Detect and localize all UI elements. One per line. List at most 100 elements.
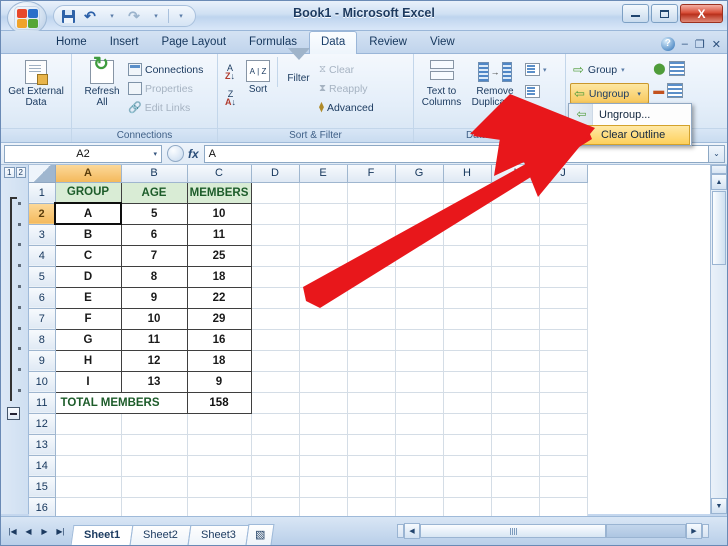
cell-h12[interactable] [443, 413, 492, 435]
subtotal-button-1[interactable]: ⬤ [653, 59, 685, 78]
split-box-vertical[interactable] [711, 165, 727, 174]
scroll-up-button[interactable]: ▲ [711, 174, 727, 190]
cell-e6[interactable] [299, 287, 348, 309]
horizontal-scroll-track[interactable] [606, 524, 686, 538]
cell-j5[interactable] [539, 266, 588, 288]
scroll-right-button[interactable]: ▶ [686, 523, 702, 539]
cell-j2[interactable] [539, 203, 588, 225]
row-header-1[interactable]: 1 [29, 182, 56, 204]
cell-e1[interactable] [299, 182, 348, 204]
cell-f9[interactable] [347, 350, 396, 372]
cell-i5[interactable] [491, 266, 540, 288]
row-header-6[interactable]: 6 [29, 287, 56, 309]
fx-icon[interactable]: fx [188, 147, 199, 161]
row-header-15[interactable]: 15 [29, 476, 56, 498]
cell-e14[interactable] [299, 455, 348, 477]
cell-j4[interactable] [539, 245, 588, 267]
cell-j9[interactable] [539, 350, 588, 372]
insert-worksheet-button[interactable]: ▧ [245, 524, 275, 545]
cell-f8[interactable] [347, 329, 396, 351]
cell-c8[interactable]: 16 [186, 328, 252, 351]
cell-a4[interactable]: C [54, 244, 122, 267]
subtotal-button-2[interactable]: ▬ [653, 81, 684, 100]
cell-d14[interactable] [251, 455, 300, 477]
cell-c9[interactable]: 18 [186, 349, 252, 372]
cell-b5[interactable]: 8 [120, 265, 188, 288]
cell-j15[interactable] [539, 476, 588, 498]
name-box[interactable]: A2 ▾ [4, 144, 162, 163]
cell-g2[interactable] [395, 203, 444, 225]
cell-e3[interactable] [299, 224, 348, 246]
cell-f12[interactable] [347, 413, 396, 435]
cell-f16[interactable] [347, 497, 396, 519]
cell-a15[interactable] [55, 476, 122, 498]
outline-level-2-button[interactable]: 2 [15, 167, 26, 178]
cell-a8[interactable]: G [54, 328, 122, 351]
cell-a9[interactable]: H [54, 349, 122, 372]
formula-input[interactable]: A [203, 144, 708, 163]
filter-button[interactable]: Filter [277, 48, 319, 87]
cell-b9[interactable]: 12 [120, 349, 188, 372]
help-icon[interactable]: ? [660, 37, 675, 51]
cell-i13[interactable] [491, 434, 540, 456]
cell-c6[interactable]: 22 [186, 286, 252, 309]
cell-a11-total-label[interactable]: TOTAL MEMBERS [54, 391, 188, 414]
menu-item-clear-outline[interactable]: Clear Outline [570, 125, 690, 145]
cell-c11-total-value[interactable]: 158 [186, 391, 252, 414]
tab-insert[interactable]: Insert [99, 32, 150, 53]
refresh-all-button[interactable]: Refresh All [76, 57, 128, 111]
cell-h2[interactable] [443, 203, 492, 225]
cell-i9[interactable] [491, 350, 540, 372]
cell-b7[interactable]: 10 [120, 307, 188, 330]
cell-e12[interactable] [299, 413, 348, 435]
cell-i15[interactable] [491, 476, 540, 498]
cell-a7[interactable]: F [54, 307, 122, 330]
cell-h13[interactable] [443, 434, 492, 456]
cell-h4[interactable] [443, 245, 492, 267]
column-header-i[interactable]: I [491, 165, 540, 183]
tab-home[interactable]: Home [45, 32, 98, 53]
cell-f4[interactable] [347, 245, 396, 267]
horizontal-scroll-thumb[interactable] [420, 524, 606, 538]
cell-d12[interactable] [251, 413, 300, 435]
cell-g7[interactable] [395, 308, 444, 330]
tab-page-layout[interactable]: Page Layout [150, 32, 237, 53]
cell-g9[interactable] [395, 350, 444, 372]
vertical-scroll-track[interactable] [711, 266, 727, 498]
cell-f7[interactable] [347, 308, 396, 330]
cell-f5[interactable] [347, 266, 396, 288]
vertical-scrollbar[interactable]: ▲ ▼ [710, 165, 727, 514]
cell-c15[interactable] [187, 476, 252, 498]
row-header-7[interactable]: 7 [29, 308, 56, 330]
cell-b16[interactable] [121, 497, 188, 519]
cell-h16[interactable] [443, 497, 492, 519]
cell-g8[interactable] [395, 329, 444, 351]
cell-e5[interactable] [299, 266, 348, 288]
row-header-4[interactable]: 4 [29, 245, 56, 267]
cell-e13[interactable] [299, 434, 348, 456]
sort-ascending-button[interactable]: A Z↓ [225, 59, 236, 85]
sort-descending-button[interactable]: Z A↓ [225, 85, 236, 111]
column-header-f[interactable]: F [347, 165, 396, 183]
cell-e10[interactable] [299, 371, 348, 393]
sheet-tab-sheet3[interactable]: Sheet3 [187, 525, 250, 545]
row-header-9[interactable]: 9 [29, 350, 56, 372]
split-box-horizontal-2[interactable] [702, 524, 709, 538]
cell-a14[interactable] [55, 455, 122, 477]
cell-c2[interactable]: 10 [186, 202, 252, 225]
cell-g12[interactable] [395, 413, 444, 435]
cell-a12[interactable] [55, 413, 122, 435]
cell-j10[interactable] [539, 371, 588, 393]
cell-g6[interactable] [395, 287, 444, 309]
cell-h10[interactable] [443, 371, 492, 393]
sort-button[interactable]: A | Z Sort [239, 57, 277, 98]
cell-i1[interactable] [491, 182, 540, 204]
last-sheet-button[interactable]: ▶| [53, 524, 68, 539]
cell-e4[interactable] [299, 245, 348, 267]
cell-h15[interactable] [443, 476, 492, 498]
cell-b14[interactable] [121, 455, 188, 477]
cell-g11[interactable] [395, 392, 444, 414]
cell-e11[interactable] [299, 392, 348, 414]
tab-view[interactable]: View [419, 32, 466, 53]
cell-d16[interactable] [251, 497, 300, 519]
